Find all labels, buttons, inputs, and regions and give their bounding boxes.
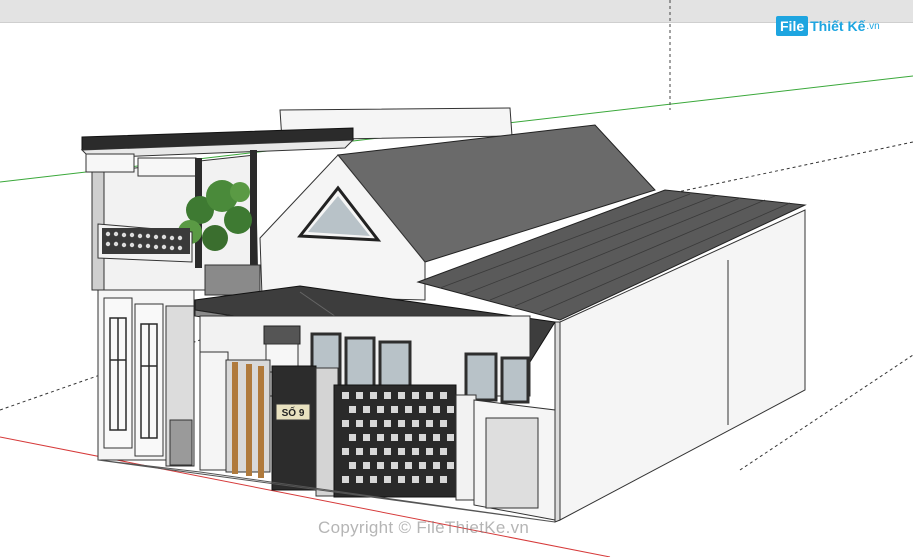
copyright-watermark: Copyright © FileThietKe.vn (318, 518, 530, 537)
logo-tld: .vn (866, 20, 880, 32)
house-number-text: SỐ 9 (282, 405, 305, 419)
awning-light-right (137, 157, 197, 177)
wood-gate (225, 359, 271, 478)
balcony-breeze-blocks (102, 228, 190, 254)
filethietke-logo: File Thiết Kế .vn (776, 13, 880, 39)
vent-block (263, 325, 301, 345)
logo-name: Thiết Kế (810, 18, 866, 34)
logo-mark: File (776, 16, 809, 36)
fence-right-panel (485, 417, 539, 509)
planter-box (204, 264, 261, 296)
entry-recess (169, 419, 193, 466)
sketchup-viewport[interactable]: SỐ 9 File Thiết Kế .vn Copyright © FileT (0, 0, 913, 557)
dark-gate-panel (271, 365, 317, 491)
awning-light-left (85, 153, 135, 173)
right-wall-cap (554, 321, 561, 523)
fence-left-pillar (199, 351, 229, 471)
fence-right-wall (455, 394, 477, 501)
house-3d-model[interactable]: SỐ 9 (0, 0, 913, 557)
